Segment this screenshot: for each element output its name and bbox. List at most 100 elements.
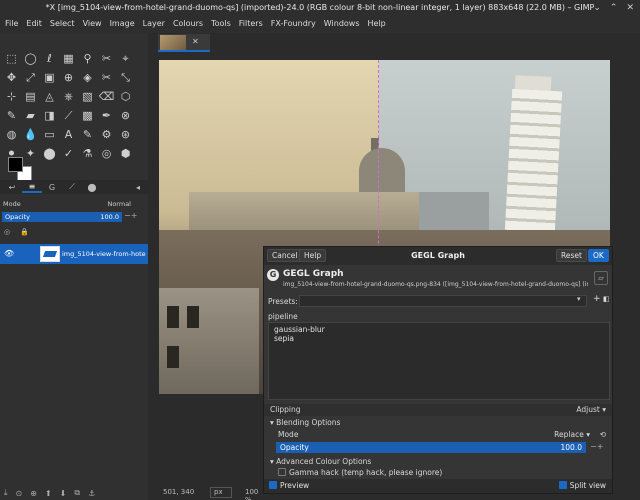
tool-icon[interactable]: ⊛ xyxy=(116,125,135,144)
tool-icon[interactable]: ▤ xyxy=(21,87,40,106)
gimp-tab-icon[interactable]: G xyxy=(42,183,62,192)
tool-icon[interactable]: ⟋ xyxy=(59,106,78,125)
layer-mode-row: Mode Normal xyxy=(0,198,148,210)
opacity-spin-icon[interactable]: −+ xyxy=(124,211,137,220)
blend-opacity-slider[interactable]: Opacity 100.0 xyxy=(276,442,586,453)
tool-icon[interactable]: ⬡ xyxy=(116,87,135,106)
menu-image[interactable]: Image xyxy=(108,17,141,33)
maximize-icon[interactable]: ⌃ xyxy=(610,3,618,13)
tool-icon[interactable]: ✎ xyxy=(2,106,21,125)
graph-subtitle: img_5104-view-from-hotel-grand-duomo-qs.… xyxy=(283,281,588,288)
layer-row[interactable]: 👁 img_5104-view-from-hotel-grand-duomo-q… xyxy=(0,244,148,264)
blend-mode-select[interactable]: Replace ▾ xyxy=(554,430,590,439)
tool-icon[interactable]: A xyxy=(59,125,78,144)
menu-filters[interactable]: Filters xyxy=(237,17,269,33)
composite-icon[interactable]: ⟲ xyxy=(600,430,606,439)
gamma-hack-checkbox[interactable] xyxy=(278,468,286,476)
eye-icon[interactable]: 👁 xyxy=(4,249,14,258)
tool-icon[interactable]: ⎈ xyxy=(59,87,78,106)
menu-colours[interactable]: Colours xyxy=(171,17,209,33)
tool-icon[interactable]: ⚗ xyxy=(78,144,97,163)
tool-icon[interactable]: ▦ xyxy=(59,49,78,68)
lower-layer-icon[interactable]: ⬇ xyxy=(60,489,67,498)
menu-help[interactable]: Help xyxy=(366,17,392,33)
undo-history-tab-icon[interactable]: ↩ xyxy=(2,183,22,192)
ok-button[interactable]: OK xyxy=(588,249,609,262)
lock-visibility-icon[interactable]: ◎ xyxy=(4,228,10,236)
preset-menu-icon[interactable]: ◧ xyxy=(603,295,610,303)
tool-icon[interactable]: ▧ xyxy=(78,87,97,106)
unit-select[interactable]: px xyxy=(210,487,232,498)
tool-icon[interactable]: ⤢ xyxy=(21,68,40,87)
canvas-toggle-icon[interactable]: ▱ xyxy=(594,271,608,285)
tool-icon[interactable]: ⊗ xyxy=(116,106,135,125)
tool-icon[interactable]: ℓ xyxy=(40,49,59,68)
menu-edit[interactable]: Edit xyxy=(24,17,48,33)
tool-icon[interactable]: ◯ xyxy=(21,49,40,68)
anchor-icon[interactable]: ⚓ xyxy=(88,489,95,498)
reset-button[interactable]: Reset xyxy=(556,249,587,262)
menu-view[interactable]: View xyxy=(81,17,108,33)
opacity-slider[interactable]: Opacity 100.0 xyxy=(2,212,122,222)
tool-icon[interactable]: 💧 xyxy=(21,125,40,144)
blending-options-row[interactable]: ▾ Blending Options xyxy=(264,417,612,429)
menu-file[interactable]: File xyxy=(3,17,24,33)
presets-select[interactable] xyxy=(299,295,587,307)
lock-icon[interactable]: 🔒 xyxy=(20,228,29,236)
export-icon[interactable]: ⤓ xyxy=(4,488,8,498)
zoom-level[interactable]: 100 % xyxy=(245,488,262,500)
tool-icon[interactable]: ◬ xyxy=(40,87,59,106)
paths-tab-icon[interactable]: ⟋ xyxy=(62,182,82,192)
new-layer-icon[interactable]: ⊕ xyxy=(30,489,37,498)
tool-icon[interactable]: ⬚ xyxy=(2,49,21,68)
menu-windows[interactable]: Windows xyxy=(322,17,366,33)
tool-icon[interactable]: ⬤ xyxy=(40,144,59,163)
tool-icon[interactable]: ▭ xyxy=(40,125,59,144)
tool-icon[interactable]: ✒ xyxy=(97,106,116,125)
tool-icon[interactable]: ✥ xyxy=(2,68,21,87)
opacity-label: Opacity xyxy=(5,213,31,221)
layers-tab-icon[interactable]: ≡ xyxy=(22,182,42,193)
close-icon[interactable]: ✕ xyxy=(626,3,634,13)
menu-layer[interactable]: Layer xyxy=(141,17,171,33)
tool-icon[interactable]: ✂ xyxy=(97,49,116,68)
tool-icon[interactable]: ▣ xyxy=(40,68,59,87)
tool-icon[interactable]: ✎ xyxy=(78,125,97,144)
tool-icon[interactable]: ◎ xyxy=(97,144,116,163)
tool-icon[interactable]: ⤡ xyxy=(116,68,135,87)
raise-layer-icon[interactable]: ⬆ xyxy=(45,489,52,498)
image-tab[interactable]: ✕ xyxy=(158,34,210,52)
tool-icon[interactable]: ◨ xyxy=(40,106,59,125)
dock-menu-icon[interactable]: ◂ xyxy=(128,183,148,192)
tool-icon[interactable]: ⚙ xyxy=(97,125,116,144)
tool-icon[interactable]: ⊹ xyxy=(2,87,21,106)
menu-tools[interactable]: Tools xyxy=(209,17,237,33)
split-view-checkbox[interactable] xyxy=(558,481,567,489)
tool-icon[interactable]: ⌖ xyxy=(116,49,135,68)
preview-checkbox[interactable] xyxy=(269,481,277,489)
mask-icon[interactable]: ⊙ xyxy=(16,489,23,498)
duplicate-layer-icon[interactable]: ⧉ xyxy=(74,488,80,498)
pipeline-textarea[interactable]: gaussian-blur sepia xyxy=(268,322,610,400)
tool-icon[interactable]: ⊕ xyxy=(59,68,78,87)
mode-select[interactable]: Normal xyxy=(107,200,131,208)
tool-icon[interactable]: ⌫ xyxy=(97,87,116,106)
close-tab-icon[interactable]: ✕ xyxy=(192,37,199,46)
menu-select[interactable]: Select xyxy=(48,17,81,33)
chevron-down-icon[interactable]: ▾ xyxy=(577,295,581,303)
tool-icon[interactable]: ◈ xyxy=(78,68,97,87)
tool-icon[interactable]: ✓ xyxy=(59,144,78,163)
tool-icon[interactable]: ◍ xyxy=(2,125,21,144)
minimize-icon[interactable]: ⌄ xyxy=(593,3,601,13)
opacity-stepper-icon[interactable]: −+ xyxy=(590,442,603,451)
tool-icon[interactable]: ▰ xyxy=(21,106,40,125)
menu-fx-foundry[interactable]: FX-Foundry xyxy=(269,17,322,33)
tool-icon[interactable]: ✂ xyxy=(97,68,116,87)
tool-icon[interactable]: ▩ xyxy=(78,106,97,125)
clipping-select[interactable]: Adjust ▾ xyxy=(576,405,606,414)
tool-icon[interactable]: ⬢ xyxy=(116,144,135,163)
tool-icon[interactable]: ⚲ xyxy=(78,49,97,68)
foreground-color-swatch[interactable] xyxy=(8,157,23,172)
add-preset-icon[interactable]: + xyxy=(593,294,601,304)
channels-tab-icon[interactable]: ⬤ xyxy=(82,183,102,192)
